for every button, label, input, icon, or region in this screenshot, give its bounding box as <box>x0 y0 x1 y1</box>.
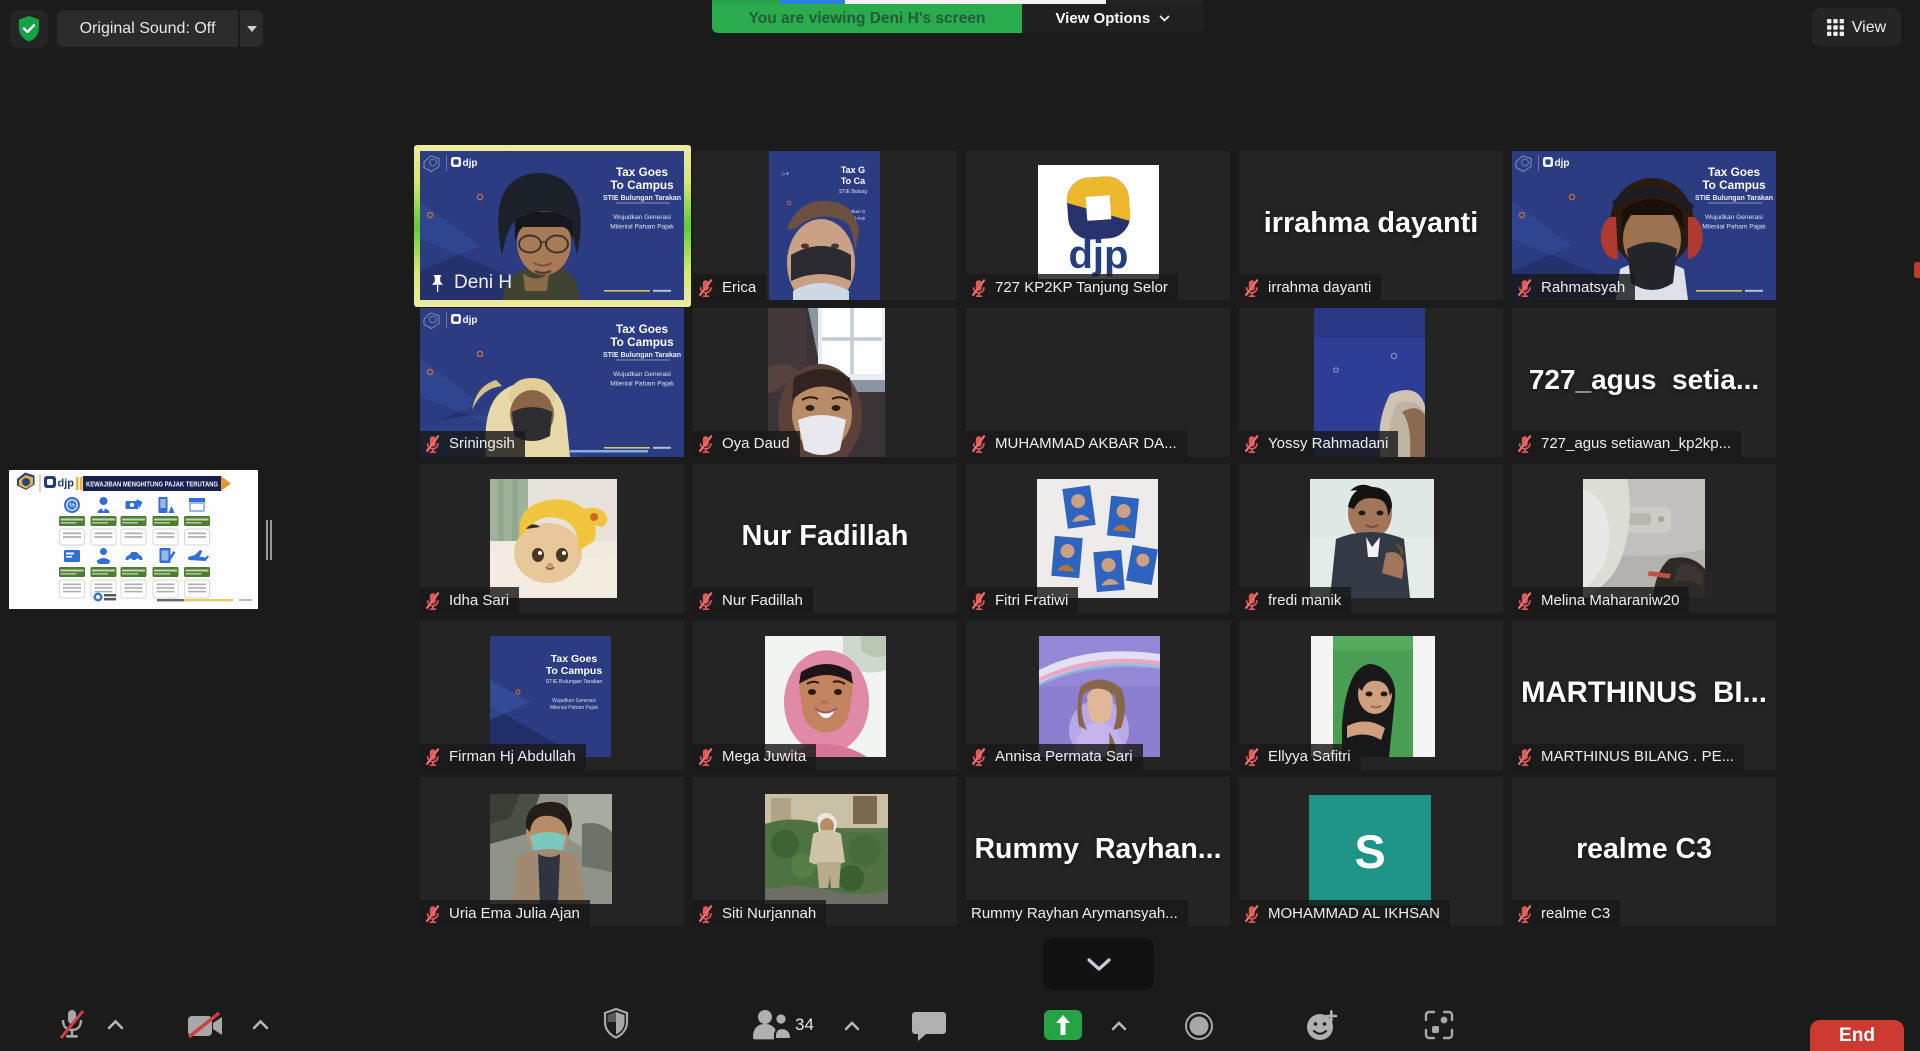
svg-text:%: % <box>69 503 75 510</box>
svg-text:STIE Bulung: STIE Bulung <box>839 189 867 195</box>
svg-text:Tax G: Tax G <box>841 165 865 175</box>
svg-text:STIE Bulungan Tarakan: STIE Bulungan Tarakan <box>546 679 603 685</box>
svg-text:S: S <box>1354 825 1385 878</box>
svg-text:Tax Goes: Tax Goes <box>551 653 598 665</box>
svg-text:Milenial Paham Pajak: Milenial Paham Pajak <box>550 705 599 711</box>
svg-text:To Ca: To Ca <box>841 176 866 186</box>
svg-text:djp: djp <box>58 478 75 490</box>
svg-text:○+: ○+ <box>781 171 789 178</box>
svg-text:djp: djp <box>1069 233 1129 277</box>
svg-text:KEWAJIBAN MENGHITUNG PAJAK TER: KEWAJIBAN MENGHITUNG PAJAK TERUTANG <box>86 480 218 489</box>
svg-text:To Campus: To Campus <box>546 665 603 677</box>
svg-text:Wujudkan Generasi: Wujudkan Generasi <box>552 698 596 704</box>
